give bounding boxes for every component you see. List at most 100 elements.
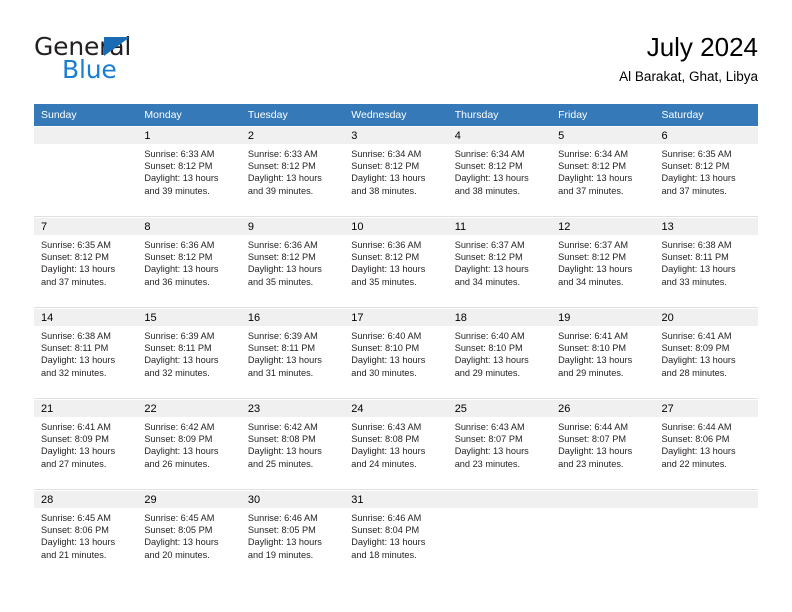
- calendar-week-row: 28 Sunrise: 6:45 AM Sunset: 8:06 PM Dayligh…: [34, 489, 758, 580]
- day-info-line: and 31 minutes.: [247, 367, 314, 378]
- calendar-day-cell[interactable]: 31 Sunrise: 6:46 AM Sunset: 8:04 PM Dayligh…: [344, 489, 448, 580]
- day-info-line: Sunrise: 6:33 AM: [247, 149, 318, 159]
- calendar-day-cell[interactable]: 30 Sunrise: 6:46 AM Sunset: 8:05 PM Dayligh…: [240, 489, 345, 580]
- day-info-line: Sunset: 8:06 PM: [661, 434, 730, 445]
- day-info: Sunrise: 6:37 AM Sunset: 8:12 PM Daylight:…: [551, 235, 654, 288]
- day-cell-content: 31 Sunrise: 6:46 AM Sunset: 8:04 PM Dayligh…: [344, 490, 448, 580]
- day-info-line: Sunset: 8:09 PM: [41, 434, 109, 445]
- day-info-line: Sunrise: 6:38 AM: [661, 240, 732, 250]
- calendar-week-row: 7 Sunrise: 6:35 AM Sunset: 8:12 PM Daylight…: [34, 216, 758, 308]
- calendar-day-cell[interactable]: 28 Sunrise: 6:45 AM Sunset: 8:06 PM Dayligh…: [34, 489, 138, 580]
- day-number: 9: [240, 217, 345, 235]
- day-info-line: Sunrise: 6:33 AM: [144, 149, 215, 159]
- page-header: General Blue July 2024 Al Barakat, Ghat,…: [34, 30, 758, 92]
- weekday-header-thursday: Thursday: [447, 104, 552, 126]
- calendar-day-cell[interactable]: 2 Sunrise: 6:33 AM Sunset: 8:12 PM Daylight…: [240, 126, 345, 217]
- day-cell-content: 14 Sunrise: 6:38 AM Sunset: 8:11 PM Dayligh…: [34, 308, 138, 398]
- calendar-day-cell[interactable]: 23 Sunrise: 6:42 AM Sunset: 8:08 PM Dayligh…: [240, 398, 345, 490]
- calendar-day-cell[interactable]: 8 Sunrise: 6:36 AM Sunset: 8:12 PM Daylight…: [137, 216, 241, 308]
- calendar-week-row: 1 Sunrise: 6:33 AM Sunset: 8:12 PM Daylight…: [34, 126, 758, 217]
- calendar-day-cell[interactable]: 18 Sunrise: 6:40 AM Sunset: 8:10 PM Dayligh…: [447, 307, 552, 399]
- day-info-line: Sunset: 8:07 PM: [454, 434, 523, 445]
- day-number: [654, 490, 758, 508]
- calendar-day-cell[interactable]: 1 Sunrise: 6:33 AM Sunset: 8:12 PM Daylight…: [137, 126, 241, 217]
- day-cell-content: 21 Sunrise: 6:41 AM Sunset: 8:09 PM Dayligh…: [34, 399, 138, 489]
- day-info-line: Sunrise: 6:41 AM: [41, 422, 111, 432]
- day-number: 30: [240, 490, 345, 508]
- day-info-line: and 22 minutes.: [661, 458, 727, 469]
- generalblue-logo[interactable]: General Blue: [34, 34, 204, 90]
- day-info-line: Sunset: 8:11 PM: [661, 252, 729, 263]
- calendar-day-cell[interactable]: 5 Sunrise: 6:34 AM Sunset: 8:12 PM Daylight…: [551, 126, 655, 217]
- calendar-day-cell[interactable]: 25 Sunrise: 6:43 AM Sunset: 8:07 PM Dayligh…: [447, 398, 552, 490]
- day-info-line: Sunrise: 6:43 AM: [351, 422, 422, 432]
- logo-text-blue: Blue: [62, 55, 117, 84]
- calendar-page: General Blue July 2024 Al Barakat, Ghat,…: [0, 0, 792, 612]
- day-info-line: and 37 minutes.: [661, 185, 727, 196]
- day-number: 17: [344, 308, 448, 326]
- day-number: [551, 490, 655, 508]
- day-number: 21: [34, 399, 138, 417]
- day-info-line: and 23 minutes.: [558, 458, 624, 469]
- day-cell-content: 16 Sunrise: 6:39 AM Sunset: 8:11 PM Dayligh…: [240, 308, 345, 398]
- day-info-line: and 34 minutes.: [558, 276, 624, 287]
- calendar-day-cell[interactable]: 26 Sunrise: 6:44 AM Sunset: 8:07 PM Dayligh…: [551, 398, 655, 490]
- day-info-line: Sunset: 8:09 PM: [661, 343, 730, 354]
- calendar-day-cell[interactable]: 15 Sunrise: 6:39 AM Sunset: 8:11 PM Dayligh…: [137, 307, 241, 399]
- calendar-day-cell[interactable]: 27 Sunrise: 6:44 AM Sunset: 8:06 PM Dayligh…: [654, 398, 758, 490]
- calendar-day-cell[interactable]: 14 Sunrise: 6:38 AM Sunset: 8:11 PM Dayligh…: [34, 307, 138, 399]
- day-info: Sunrise: 6:36 AM Sunset: 8:12 PM Daylight:…: [137, 235, 240, 288]
- day-cell-content: 24 Sunrise: 6:43 AM Sunset: 8:08 PM Dayligh…: [344, 399, 448, 489]
- calendar-day-cell[interactable]: 22 Sunrise: 6:42 AM Sunset: 8:09 PM Dayligh…: [137, 398, 241, 490]
- calendar-empty-cell: [654, 489, 758, 580]
- day-info-line: Sunrise: 6:42 AM: [144, 422, 215, 432]
- calendar-day-cell[interactable]: 11 Sunrise: 6:37 AM Sunset: 8:12 PM Dayligh…: [447, 216, 552, 308]
- calendar-day-cell[interactable]: 10 Sunrise: 6:36 AM Sunset: 8:12 PM Dayligh…: [344, 216, 448, 308]
- day-info-line: and 32 minutes.: [144, 367, 210, 378]
- day-info-line: and 20 minutes.: [144, 549, 210, 560]
- calendar-day-cell[interactable]: 4 Sunrise: 6:34 AM Sunset: 8:12 PM Daylight…: [447, 126, 552, 217]
- day-info-line: Daylight: 13 hours: [558, 264, 633, 275]
- calendar-day-cell[interactable]: 17 Sunrise: 6:40 AM Sunset: 8:10 PM Dayligh…: [344, 307, 448, 399]
- day-info-line: Sunset: 8:11 PM: [144, 343, 212, 354]
- calendar-day-cell[interactable]: 29 Sunrise: 6:45 AM Sunset: 8:05 PM Dayligh…: [137, 489, 241, 580]
- day-cell-content: [34, 126, 138, 216]
- day-info: Sunrise: 6:42 AM Sunset: 8:08 PM Daylight:…: [241, 417, 344, 470]
- day-info-line: Daylight: 13 hours: [41, 446, 116, 457]
- day-cell-content: 19 Sunrise: 6:41 AM Sunset: 8:10 PM Dayligh…: [551, 308, 655, 398]
- day-info-line: Sunset: 8:12 PM: [247, 252, 316, 263]
- calendar-day-cell[interactable]: 20 Sunrise: 6:41 AM Sunset: 8:09 PM Dayligh…: [654, 307, 758, 399]
- day-info-line: Sunrise: 6:46 AM: [351, 513, 422, 523]
- calendar-day-cell[interactable]: 19 Sunrise: 6:41 AM Sunset: 8:10 PM Dayligh…: [551, 307, 655, 399]
- calendar-day-cell[interactable]: 7 Sunrise: 6:35 AM Sunset: 8:12 PM Daylight…: [34, 216, 138, 308]
- day-info-line: Sunset: 8:08 PM: [351, 434, 420, 445]
- day-number: 31: [344, 490, 448, 508]
- day-number: 7: [34, 217, 138, 235]
- calendar-day-cell[interactable]: 6 Sunrise: 6:35 AM Sunset: 8:12 PM Daylight…: [654, 126, 758, 217]
- day-info: Sunrise: 6:34 AM Sunset: 8:12 PM Daylight:…: [551, 144, 654, 197]
- calendar-empty-cell: [551, 489, 655, 580]
- day-info-line: Daylight: 13 hours: [351, 537, 426, 548]
- calendar-day-cell[interactable]: 16 Sunrise: 6:39 AM Sunset: 8:11 PM Dayligh…: [240, 307, 345, 399]
- day-info-line: and 39 minutes.: [144, 185, 210, 196]
- calendar-day-cell[interactable]: 12 Sunrise: 6:37 AM Sunset: 8:12 PM Dayligh…: [551, 216, 655, 308]
- calendar-day-cell[interactable]: 21 Sunrise: 6:41 AM Sunset: 8:09 PM Dayligh…: [34, 398, 138, 490]
- day-info-line: Daylight: 13 hours: [41, 355, 116, 366]
- day-info-line: Sunrise: 6:34 AM: [454, 149, 525, 159]
- day-info: Sunrise: 6:37 AM Sunset: 8:12 PM Daylight:…: [448, 235, 551, 288]
- day-cell-content: 8 Sunrise: 6:36 AM Sunset: 8:12 PM Daylight…: [137, 217, 241, 307]
- calendar-day-cell[interactable]: 24 Sunrise: 6:43 AM Sunset: 8:08 PM Dayligh…: [344, 398, 448, 490]
- calendar-day-cell[interactable]: 13 Sunrise: 6:38 AM Sunset: 8:11 PM Dayligh…: [654, 216, 758, 308]
- day-cell-content: 27 Sunrise: 6:44 AM Sunset: 8:06 PM Dayligh…: [654, 399, 758, 489]
- day-info-line: and 38 minutes.: [454, 185, 521, 196]
- day-info-line: Sunrise: 6:42 AM: [247, 422, 318, 432]
- day-info-line: Daylight: 13 hours: [661, 355, 736, 366]
- day-info-line: Sunrise: 6:46 AM: [247, 513, 318, 523]
- calendar-day-cell[interactable]: 9 Sunrise: 6:36 AM Sunset: 8:12 PM Daylight…: [240, 216, 345, 308]
- day-info-line: and 24 minutes.: [351, 458, 417, 469]
- calendar-day-cell[interactable]: 3 Sunrise: 6:34 AM Sunset: 8:12 PM Daylight…: [344, 126, 448, 217]
- day-info-line: Sunrise: 6:41 AM: [661, 331, 732, 341]
- day-info: Sunrise: 6:35 AM Sunset: 8:12 PM Daylight:…: [34, 235, 137, 288]
- day-info: Sunrise: 6:41 AM Sunset: 8:09 PM Daylight:…: [34, 417, 137, 470]
- page-subtitle: Al Barakat, Ghat, Libya: [619, 69, 758, 84]
